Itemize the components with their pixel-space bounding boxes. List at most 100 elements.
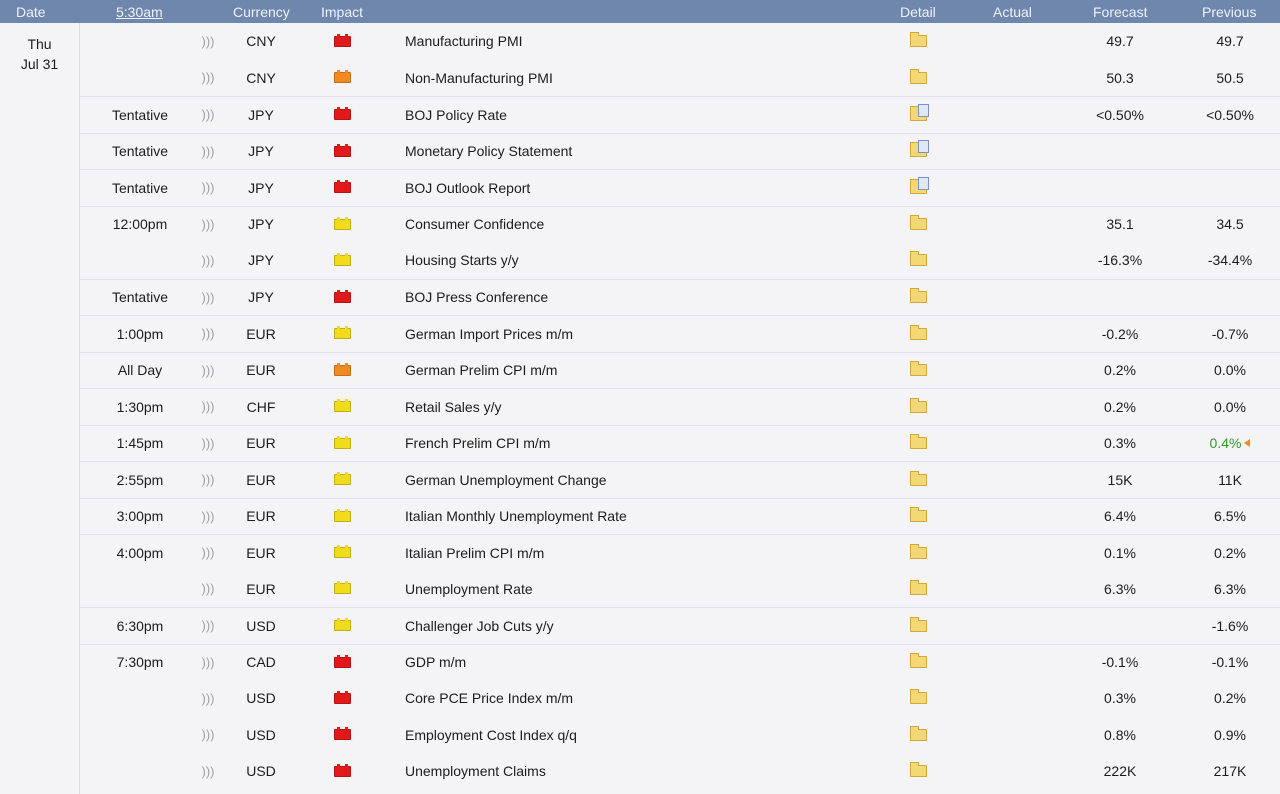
event-time: Tentative xyxy=(111,179,169,196)
impact-icon[interactable] xyxy=(333,143,351,157)
column-header-impact: Impact xyxy=(321,4,364,20)
event-title[interactable]: Manufacturing PMI xyxy=(405,23,905,60)
event-title[interactable]: Unemployment Rate xyxy=(405,571,905,608)
speaker-icon: ))) xyxy=(201,581,215,597)
event-title[interactable]: Core PCE Price Index m/m xyxy=(405,680,905,717)
detail-folder-icon[interactable] xyxy=(909,32,927,48)
impact-icon[interactable] xyxy=(333,435,351,449)
impact-icon[interactable] xyxy=(333,690,351,704)
detail-folder-icon[interactable] xyxy=(909,176,929,194)
revision-arrow-icon[interactable] xyxy=(1244,439,1251,448)
detail-folder-icon[interactable] xyxy=(909,251,927,267)
table-row[interactable]: 1:30pm))) CHF Retail Sales y/y 0.2% 0.0% xyxy=(80,388,1280,425)
speaker-icon: ))) xyxy=(201,545,215,561)
event-previous: 6.3% xyxy=(1214,580,1246,597)
impact-icon[interactable] xyxy=(333,654,351,668)
table-row[interactable]: 4:00pm))) EUR Italian Prelim CPI m/m 0.1% 0.… xyxy=(80,534,1280,571)
detail-folder-icon[interactable] xyxy=(909,725,927,741)
table-row[interactable]: ))) USD Core PCE Price Index m/m 0.3% 0.2% xyxy=(80,680,1280,717)
detail-folder-icon[interactable] xyxy=(909,543,927,559)
table-row[interactable]: 7:30pm))) CAD GDP m/m -0.1% -0.1% xyxy=(80,643,1280,681)
detail-folder-icon[interactable] xyxy=(909,215,927,231)
event-title[interactable]: Challenger Job Cuts y/y xyxy=(405,608,905,644)
impact-icon[interactable] xyxy=(333,472,351,486)
impact-icon[interactable] xyxy=(333,618,351,632)
event-title[interactable]: Housing Starts y/y xyxy=(405,242,905,279)
event-title[interactable]: German Prelim CPI m/m xyxy=(405,353,905,389)
impact-icon[interactable] xyxy=(333,508,351,522)
detail-folder-icon[interactable] xyxy=(909,689,927,705)
event-title[interactable]: Italian Monthly Unemployment Rate xyxy=(405,499,905,535)
detail-folder-icon[interactable] xyxy=(909,103,929,121)
timezone-link[interactable]: 5:30am xyxy=(116,4,163,20)
event-forecast: 35.1 xyxy=(1106,216,1134,233)
table-row[interactable]: Tentative))) JPY BOJ Press Conference xyxy=(80,278,1280,316)
event-title[interactable]: Italian Prelim CPI m/m xyxy=(405,535,905,571)
event-title[interactable]: Monetary Policy Statement xyxy=(405,134,905,170)
impact-icon[interactable] xyxy=(333,399,351,413)
event-title[interactable]: Retail Sales y/y xyxy=(405,389,905,425)
detail-folder-icon[interactable] xyxy=(909,361,927,377)
event-forecast: 0.1% xyxy=(1104,544,1136,561)
table-row[interactable]: Tentative))) JPY BOJ Outlook Report xyxy=(80,169,1280,206)
table-row[interactable]: ))) CNY Manufacturing PMI 49.7 49.7 xyxy=(80,23,1280,60)
detail-folder-icon[interactable] xyxy=(909,762,927,778)
event-title[interactable]: Unemployment Claims xyxy=(405,753,905,790)
speaker-icon: ))) xyxy=(201,70,215,86)
event-title[interactable]: French Prelim CPI m/m xyxy=(405,426,905,462)
detail-folder-icon[interactable] xyxy=(909,434,927,450)
table-row[interactable]: ))) CNY Non-Manufacturing PMI 50.3 50.5 xyxy=(80,60,1280,97)
detail-folder-icon[interactable] xyxy=(909,507,927,523)
event-title[interactable]: German Import Prices m/m xyxy=(405,316,905,352)
event-title[interactable]: BOJ Outlook Report xyxy=(405,170,905,206)
detail-folder-icon[interactable] xyxy=(909,140,929,158)
table-row[interactable]: 6:30pm))) USD Challenger Job Cuts y/y -1.6% xyxy=(80,607,1280,644)
event-currency: EUR xyxy=(246,435,276,452)
event-currency: CAD xyxy=(246,654,276,671)
impact-icon[interactable] xyxy=(333,33,351,47)
impact-icon[interactable] xyxy=(333,180,351,194)
impact-icon[interactable] xyxy=(333,252,351,266)
event-title[interactable]: Consumer Confidence xyxy=(405,207,905,243)
table-row[interactable]: 1:00pm))) EUR German Import Prices m/m -0.2… xyxy=(80,315,1280,352)
impact-icon[interactable] xyxy=(333,581,351,595)
table-row[interactable]: 1:45pm))) EUR French Prelim CPI m/m 0.3% 0.4… xyxy=(80,424,1280,462)
table-row[interactable]: Tentative))) JPY BOJ Policy Rate <0.50% <0.5… xyxy=(80,96,1280,133)
event-title[interactable]: BOJ Policy Rate xyxy=(405,97,905,133)
speaker-icon: ))) xyxy=(201,727,215,743)
event-currency: CNY xyxy=(246,33,276,50)
impact-icon[interactable] xyxy=(333,70,351,84)
impact-icon[interactable] xyxy=(333,763,351,777)
table-row[interactable]: 3:00pm))) EUR Italian Monthly Unemployment… xyxy=(80,497,1280,535)
event-title[interactable]: German Unemployment Change xyxy=(405,462,905,498)
detail-folder-icon[interactable] xyxy=(909,616,927,632)
table-row[interactable]: Tentative))) JPY Monetary Policy Statement xyxy=(80,132,1280,170)
table-row[interactable]: ))) JPY Housing Starts y/y -16.3% -34.4% xyxy=(80,242,1280,279)
event-title[interactable]: GDP m/m xyxy=(405,645,905,681)
impact-icon[interactable] xyxy=(333,289,351,303)
table-row[interactable]: ))) EUR Unemployment Rate 6.3% 6.3% xyxy=(80,571,1280,608)
impact-icon[interactable] xyxy=(333,216,351,230)
impact-icon[interactable] xyxy=(333,326,351,340)
table-row[interactable]: All Day))) EUR German Prelim CPI m/m 0.2% 0.… xyxy=(80,351,1280,389)
event-time xyxy=(80,680,200,717)
detail-folder-icon[interactable] xyxy=(909,288,927,304)
table-row[interactable]: 2:55pm))) EUR German Unemployment Change 15… xyxy=(80,461,1280,498)
impact-icon[interactable] xyxy=(333,545,351,559)
detail-folder-icon[interactable] xyxy=(909,579,927,595)
detail-folder-icon[interactable] xyxy=(909,470,927,486)
detail-folder-icon[interactable] xyxy=(909,68,927,84)
detail-folder-icon[interactable] xyxy=(909,324,927,340)
column-header-forecast: Forecast xyxy=(1093,4,1148,20)
event-title[interactable]: Non-Manufacturing PMI xyxy=(405,60,905,97)
impact-icon[interactable] xyxy=(333,727,351,741)
table-row[interactable]: ))) USD Unemployment Claims 222K 217K xyxy=(80,753,1280,790)
impact-icon[interactable] xyxy=(333,107,351,121)
event-title[interactable]: BOJ Press Conference xyxy=(405,280,905,316)
event-title[interactable]: Employment Cost Index q/q xyxy=(405,717,905,754)
detail-folder-icon[interactable] xyxy=(909,397,927,413)
detail-folder-icon[interactable] xyxy=(909,653,927,669)
table-row[interactable]: 12:00pm))) JPY Consumer Confidence 35.1 34.5 xyxy=(80,205,1280,243)
impact-icon[interactable] xyxy=(333,362,351,376)
table-row[interactable]: ))) USD Employment Cost Index q/q 0.8% 0.9% xyxy=(80,717,1280,754)
